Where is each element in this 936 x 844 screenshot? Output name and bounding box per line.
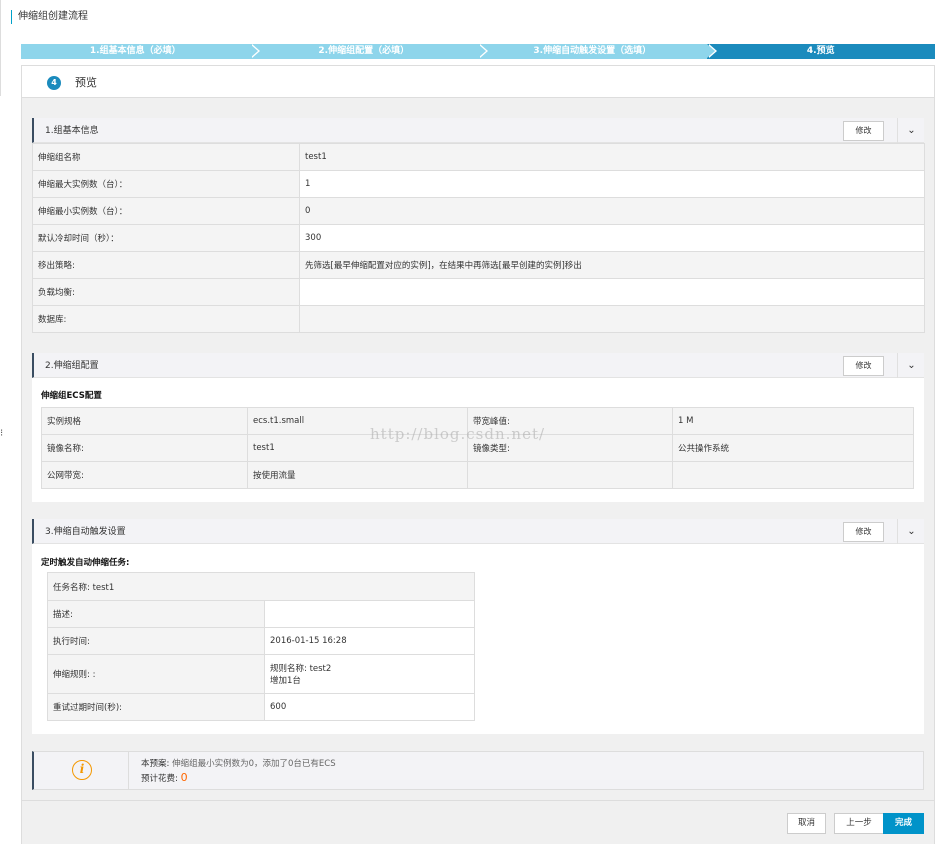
collapse-chevron-icon[interactable]: ⌄ — [897, 118, 925, 143]
table-row: 伸缩组名称 test1 — [32, 143, 925, 171]
notice-text: 伸缩组最小实例数为0，添加了0台已有ECS — [172, 759, 336, 769]
step-group-config: 2.伸缩组配置（必填） — [249, 44, 488, 59]
row-label: 负载均衡: — [32, 278, 300, 306]
table-row: 负载均衡: — [32, 278, 925, 306]
cell-value: 按使用流量 — [247, 461, 468, 489]
table-row: 移出策略: 先筛选[最早伸缩配置对应的实例]，在结果中再筛选[最早创建的实例]移出 — [32, 251, 925, 279]
wizard-footer: 取消 上一步 完成 — [22, 800, 934, 844]
section-title: 1.组基本信息 — [45, 126, 99, 136]
row-value: 先筛选[最早伸缩配置对应的实例]，在结果中再筛选[最早创建的实例]移出 — [299, 251, 925, 279]
edit-group-config-button[interactable]: 修改 — [843, 356, 884, 376]
step-preview: 4.预览 — [706, 44, 935, 59]
section-title: 3.伸缩自动触发设置 — [45, 527, 126, 537]
step-auto-trigger: 3.伸缩自动触发设置（选填） — [478, 44, 716, 59]
rule-name-line: 规则名称: test2 — [270, 664, 332, 674]
cell-label: 公网带宽: — [41, 461, 248, 489]
cell-label — [467, 461, 673, 489]
notice-icon-cell: i — [34, 752, 129, 789]
cell-label: 镜像名称: — [41, 434, 248, 462]
task-name-cell: 任务名称: test1 — [47, 572, 475, 601]
row-value: 0 — [299, 197, 925, 225]
cancel-button[interactable]: 取消 — [787, 813, 826, 834]
row-label: 执行时间: — [47, 627, 265, 655]
section-header: 3.伸缩自动触发设置 修改 ⌄ — [32, 519, 924, 544]
collapse-chevron-icon[interactable]: ⌄ — [897, 353, 925, 378]
estimate-notice: i 本预案: 伸缩组最小实例数为0，添加了0台已有ECS 预计花费: 0 — [32, 751, 924, 790]
finish-button[interactable]: 完成 — [883, 813, 924, 834]
section-title: 2.伸缩组配置 — [45, 361, 99, 371]
notice-text-line: 本预案: 伸缩组最小实例数为0，添加了0台已有ECS — [141, 758, 336, 770]
table-row: 公网带宽: 按使用流量 — [41, 461, 914, 489]
cell-value: 公共操作系统 — [672, 434, 914, 462]
previous-step-button[interactable]: 上一步 — [834, 813, 884, 834]
edit-basic-info-button[interactable]: 修改 — [843, 121, 884, 141]
cell-label: 实例规格 — [41, 407, 248, 435]
table-row: 默认冷却时间（秒）： 300 — [32, 224, 925, 252]
row-label: 移出策略: — [32, 251, 300, 279]
left-edge-rule — [0, 0, 1, 96]
cell-value: 1 M — [672, 407, 914, 435]
info-icon: i — [72, 760, 92, 780]
row-value: 2016-01-15 16:28 — [264, 627, 475, 655]
estimated-cost-line: 预计花费: 0 — [141, 772, 188, 785]
section-basic-info: 1.组基本信息 修改 ⌄ 伸缩组名称 test1 伸缩最大实例数（台）： 1 伸缩最小实… — [32, 118, 925, 333]
row-value: 1 — [299, 170, 925, 198]
ecs-config-table: 实例规格 ecs.t1.small 带宽峰值: 1 M 镜像名称: test1 镜像类型: 公… — [41, 407, 914, 489]
row-label: 伸缩最大实例数（台）： — [32, 170, 300, 198]
cell-value — [672, 461, 914, 489]
step-progress-bar: 1.组基本信息（必填） 2.伸缩组配置（必填） 3.伸缩自动触发设置（选填） 4… — [21, 44, 935, 59]
table-row: 伸缩规则: : 规则名称: test2 增加1台 — [47, 654, 475, 694]
table-row: 执行时间: 2016-01-15 16:28 — [47, 627, 475, 655]
step-basic-info: 1.组基本信息（必填） — [21, 44, 259, 59]
table-row: 任务名称: test1 — [47, 572, 475, 601]
row-value: 规则名称: test2 增加1台 — [264, 654, 475, 694]
edit-auto-trigger-button[interactable]: 修改 — [843, 522, 884, 542]
row-label: 重试过期时间(秒): — [47, 693, 265, 721]
row-label: 描述: — [47, 600, 265, 628]
step-number-badge: 4 — [47, 76, 61, 90]
wizard-panel: 4 预览 1.组基本信息 修改 ⌄ 伸缩组名称 test1 伸缩最大实例数（台）： 1… — [21, 65, 935, 844]
scheduled-task-subtitle: 定时触发自动伸缩任务: — [41, 558, 130, 568]
row-value: 600 — [264, 693, 475, 721]
preview-title: 预览 — [75, 76, 97, 89]
table-row: 伸缩最大实例数（台）： 1 — [32, 170, 925, 198]
row-value: test1 — [299, 143, 925, 171]
row-value — [299, 278, 925, 306]
rule-action-line: 增加1台 — [270, 676, 301, 686]
preview-header: 4 预览 — [22, 66, 934, 98]
basic-info-table: 伸缩组名称 test1 伸缩最大实例数（台）： 1 伸缩最小实例数（台）： 0 默认冷却时间… — [32, 143, 925, 333]
scheduled-task-table: 任务名称: test1 描述: 执行时间: 2016-01-15 16:28 伸… — [47, 572, 475, 721]
cost-value: 0 — [180, 771, 188, 784]
left-edge-handle-icon: ⁝ — [0, 428, 4, 439]
section-header: 2.伸缩组配置 修改 ⌄ — [32, 353, 924, 378]
row-value: 300 — [299, 224, 925, 252]
collapse-chevron-icon[interactable]: ⌄ — [897, 519, 925, 544]
table-row: 伸缩最小实例数（台）： 0 — [32, 197, 925, 225]
table-row: 描述: — [47, 600, 475, 628]
table-row: 数据库: — [32, 305, 925, 333]
row-label: 伸缩最小实例数（台）： — [32, 197, 300, 225]
ecs-config-subtitle: 伸缩组ECS配置 — [41, 391, 102, 401]
row-label: 默认冷却时间（秒）： — [32, 224, 300, 252]
page-title: 伸缩组创建流程 — [11, 10, 88, 24]
row-label: 伸缩规则: : — [47, 654, 265, 694]
section-header: 1.组基本信息 修改 ⌄ — [32, 118, 924, 143]
notice-label: 本预案: — [141, 759, 170, 769]
row-label: 数据库: — [32, 305, 300, 333]
cost-label: 预计花费: — [141, 774, 178, 784]
watermark: http://blog.csdn.net/ — [370, 425, 546, 443]
section-auto-trigger: 3.伸缩自动触发设置 修改 ⌄ 定时触发自动伸缩任务: 任务名称: test1 … — [32, 519, 924, 734]
table-row: 重试过期时间(秒): 600 — [47, 693, 475, 721]
row-label: 伸缩组名称 — [32, 143, 300, 171]
row-value — [264, 600, 475, 628]
row-value — [299, 305, 925, 333]
